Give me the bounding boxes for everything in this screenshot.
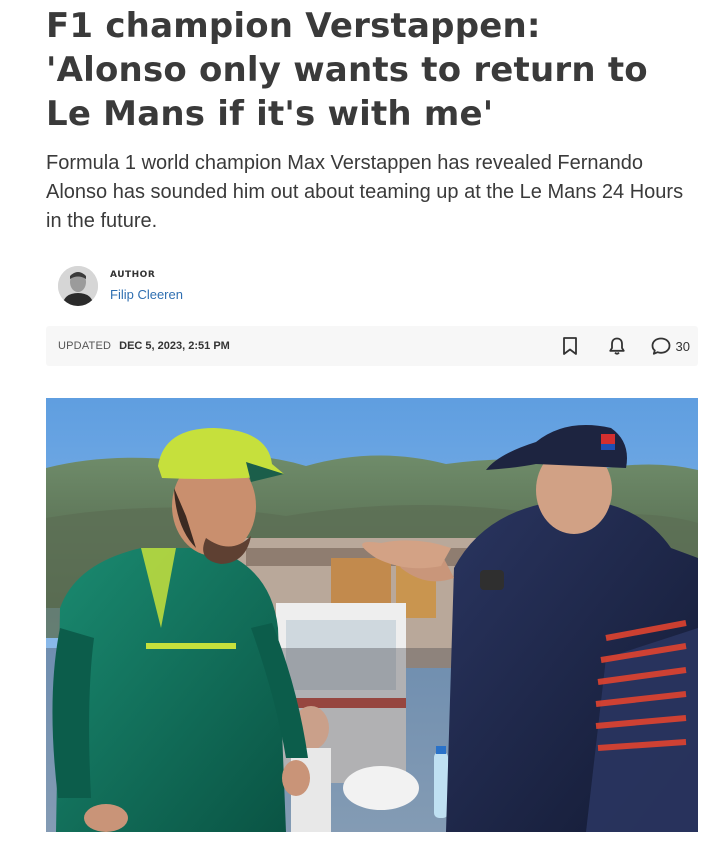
- article-meta-bar: UPDATED DEC 5, 2023, 2:51 PM 30: [46, 326, 698, 366]
- bell-icon: [608, 337, 625, 355]
- bookmark-button[interactable]: [556, 332, 584, 360]
- author-label: AUTHOR: [110, 270, 156, 280]
- article-subheadline: Formula 1 world champion Max Verstappen …: [46, 152, 684, 232]
- article-headline: F1 champion Verstappen: 'Alonso only wan…: [46, 6, 648, 134]
- hero-image: [46, 398, 698, 832]
- bookmark-icon: [562, 337, 577, 355]
- notification-button[interactable]: [603, 332, 631, 360]
- hero-photo-illustration: [46, 398, 698, 832]
- comment-count: 30: [675, 338, 690, 354]
- comment-icon: [651, 337, 670, 355]
- author-name-link[interactable]: Filip Cleeren: [110, 287, 183, 302]
- author-avatar[interactable]: [58, 266, 98, 306]
- updated-label: UPDATED: [58, 340, 112, 352]
- comments-button[interactable]: 30: [650, 332, 690, 360]
- author-block: AUTHOR Filip Cleeren: [58, 266, 183, 306]
- updated-date: DEC 5, 2023, 2:51 PM: [119, 340, 230, 352]
